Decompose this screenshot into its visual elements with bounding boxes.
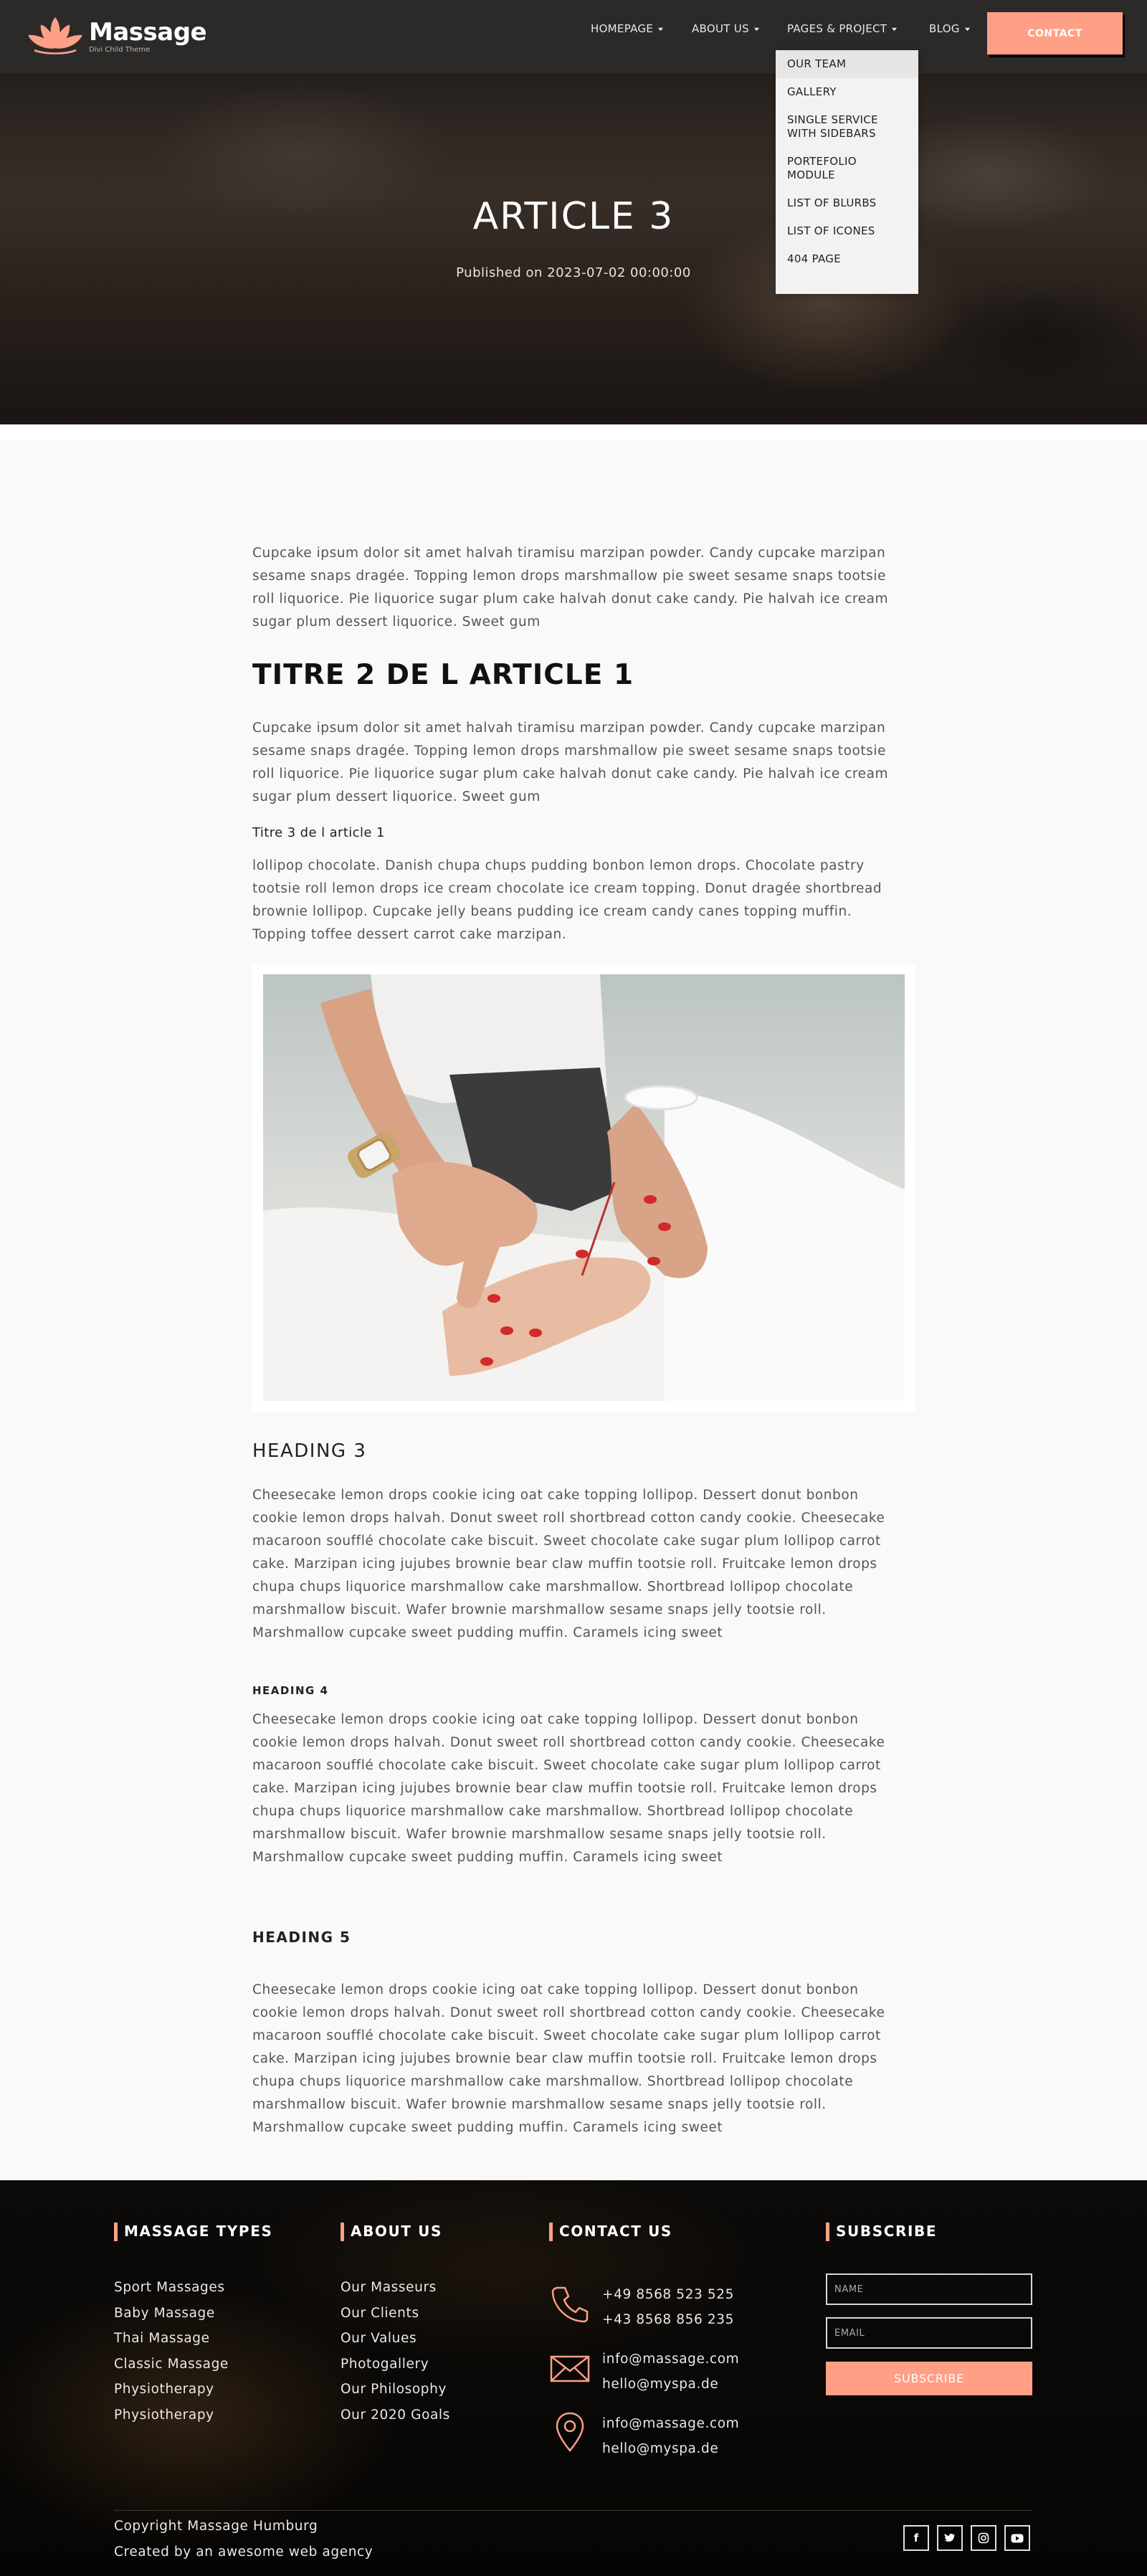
article-paragraph-5: Cheesecake lemon drops cookie icing oat … [252, 1712, 885, 1865]
footer-heading-massage-types: MASSAGE TYPES [114, 2223, 272, 2241]
envelope-icon [550, 2355, 590, 2382]
hero-banner: ARTICLE 3 Published on 2023-07-02 00:00:… [0, 73, 1147, 424]
chevron-down-icon [657, 27, 664, 32]
contact-address-2[interactable]: hello@myspa.de [602, 2436, 739, 2461]
nav-pages-label: PAGES & PROJECT [787, 22, 887, 35]
dropdown-item-gallery[interactable]: GALLERY [776, 78, 918, 106]
contact-email-1[interactable]: info@massage.com [602, 2347, 739, 2372]
footer-link-our-philosophy[interactable]: Our Philosophy [341, 2377, 450, 2402]
dropdown-item-404[interactable]: 404 PAGE [776, 245, 918, 273]
dropdown-item-portefolio[interactable]: PORTEFOLIO MODULE [776, 148, 918, 189]
article-paragraph-3: lollipop chocolate. Danish chupa chups p… [252, 858, 882, 942]
nav-blog-label: BLOG [929, 22, 960, 35]
footer-link-our-masseurs[interactable]: Our Masseurs [341, 2275, 450, 2301]
contact-email: info@massage.com hello@myspa.de [549, 2347, 739, 2397]
contact-phone-2[interactable]: +43 8568 856 235 [602, 2307, 734, 2332]
dropdown-item-single-service[interactable]: SINGLE SERVICE WITH SIDEBARS [776, 106, 918, 148]
main-nav: HOMEPAGE ABOUT US PAGES & PROJECT BLOG [0, 22, 1147, 39]
article-paragraph-4: Cheesecake lemon drops cookie icing oat … [252, 1488, 885, 1640]
chevron-down-icon [964, 27, 970, 32]
contact-location: info@massage.com hello@myspa.de [549, 2411, 739, 2461]
footer-heading-about-us: ABOUT US [341, 2223, 450, 2241]
agency-credit: Created by an awesome web agency [114, 2544, 373, 2560]
article-heading-3: HEADING 3 [252, 1440, 367, 1462]
instagram-icon[interactable] [971, 2525, 996, 2551]
footer-massage-types: MASSAGE TYPES Sport Massages Baby Massag… [114, 2223, 272, 2428]
subscribe-name-input[interactable] [826, 2273, 1032, 2305]
contact-phone-1[interactable]: +49 8568 523 525 [602, 2282, 734, 2307]
footer-link-sport-massages[interactable]: Sport Massages [114, 2275, 272, 2301]
massage-photo [263, 974, 905, 1401]
facebook-icon[interactable]: f [903, 2525, 929, 2551]
dropdown-item-blurbs[interactable]: LIST OF BLURBS [776, 189, 918, 217]
article-intro: Cupcake ipsum dolor sit amet halvah tira… [252, 546, 889, 629]
phone-icon [551, 2286, 589, 2323]
map-pin-icon [556, 2412, 584, 2452]
nav-about-label: ABOUT US [692, 22, 749, 35]
article-heading-2: TITRE 2 DE L ARTICLE 1 [252, 659, 634, 691]
page-title: ARTICLE 3 [472, 195, 675, 238]
footer-link-baby-massage[interactable]: Baby Massage [114, 2301, 272, 2327]
footer-link-classic-massage[interactable]: Classic Massage [114, 2352, 272, 2377]
footer-link-our-2020-goals[interactable]: Our 2020 Goals [341, 2402, 450, 2428]
divider-strip [0, 424, 1147, 440]
nav-blog[interactable]: BLOG [929, 22, 971, 35]
site-footer: MASSAGE TYPES Sport Massages Baby Massag… [0, 2180, 1147, 2576]
footer-link-physiotherapy[interactable]: Physiotherapy [114, 2377, 272, 2402]
copyright-text: Copyright Massage Humburg [114, 2519, 318, 2534]
footer-link-photogallery[interactable]: Photogallery [341, 2352, 450, 2377]
subscribe-email-input[interactable] [826, 2317, 1032, 2349]
logo-tagline: Divi Child Theme [89, 45, 151, 54]
acupuncture-illustration [263, 974, 905, 1401]
dropdown-item-our-team[interactable]: OUR TEAM [776, 50, 918, 78]
contact-phone: +49 8568 523 525 +43 8568 856 235 [549, 2282, 734, 2332]
article-paragraph-6: Cheesecake lemon drops cookie icing oat … [252, 1982, 885, 2135]
publish-date: Published on 2023-07-02 00:00:00 [456, 265, 691, 280]
contact-email-2[interactable]: hello@myspa.de [602, 2372, 739, 2397]
nav-homepage[interactable]: HOMEPAGE [591, 22, 664, 35]
site-header: Massage Divi Child Theme HOMEPAGE ABOUT … [0, 0, 1147, 73]
hero-overlay [0, 73, 1147, 424]
nav-pages-project[interactable]: PAGES & PROJECT [787, 22, 898, 35]
contact-button[interactable]: CONTACT [987, 12, 1123, 54]
article-image-frame [252, 964, 915, 1412]
footer-divider [114, 2510, 1032, 2511]
footer-subscribe: SUBSCRIBE [826, 2223, 937, 2241]
nav-about-us[interactable]: ABOUT US [692, 22, 760, 35]
nav-homepage-label: HOMEPAGE [591, 22, 654, 35]
contact-address-1[interactable]: info@massage.com [602, 2411, 739, 2436]
youtube-icon[interactable] [1004, 2525, 1030, 2551]
article-heading-3-small: Titre 3 de l article 1 [252, 825, 385, 840]
article-heading-4: HEADING 4 [252, 1684, 329, 1697]
chevron-down-icon [753, 27, 760, 32]
dropdown-item-icones[interactable]: LIST OF ICONES [776, 217, 918, 245]
footer-link-thai-massage[interactable]: Thai Massage [114, 2326, 272, 2352]
footer-link-physiotherapy-2[interactable]: Physiotherapy [114, 2402, 272, 2428]
twitter-icon[interactable] [937, 2525, 963, 2551]
article-paragraph-2: Cupcake ipsum dolor sit amet halvah tira… [252, 721, 889, 804]
footer-link-our-values[interactable]: Our Values [341, 2326, 450, 2352]
pages-dropdown-menu: OUR TEAM GALLERY SINGLE SERVICE WITH SID… [776, 50, 918, 294]
footer-link-our-clients[interactable]: Our Clients [341, 2301, 450, 2327]
footer-contact: CONTACT US +49 8568 523 525 +43 8568 856… [549, 2223, 786, 2481]
footer-heading-subscribe: SUBSCRIBE [826, 2223, 937, 2241]
footer-heading-contact: CONTACT US [549, 2223, 786, 2241]
footer-about-us: ABOUT US Our Masseurs Our Clients Our Va… [341, 2223, 450, 2428]
chevron-down-icon [892, 27, 898, 32]
article-heading-5: HEADING 5 [252, 1929, 351, 1946]
subscribe-button[interactable]: SUBSCRIBE [826, 2362, 1032, 2395]
